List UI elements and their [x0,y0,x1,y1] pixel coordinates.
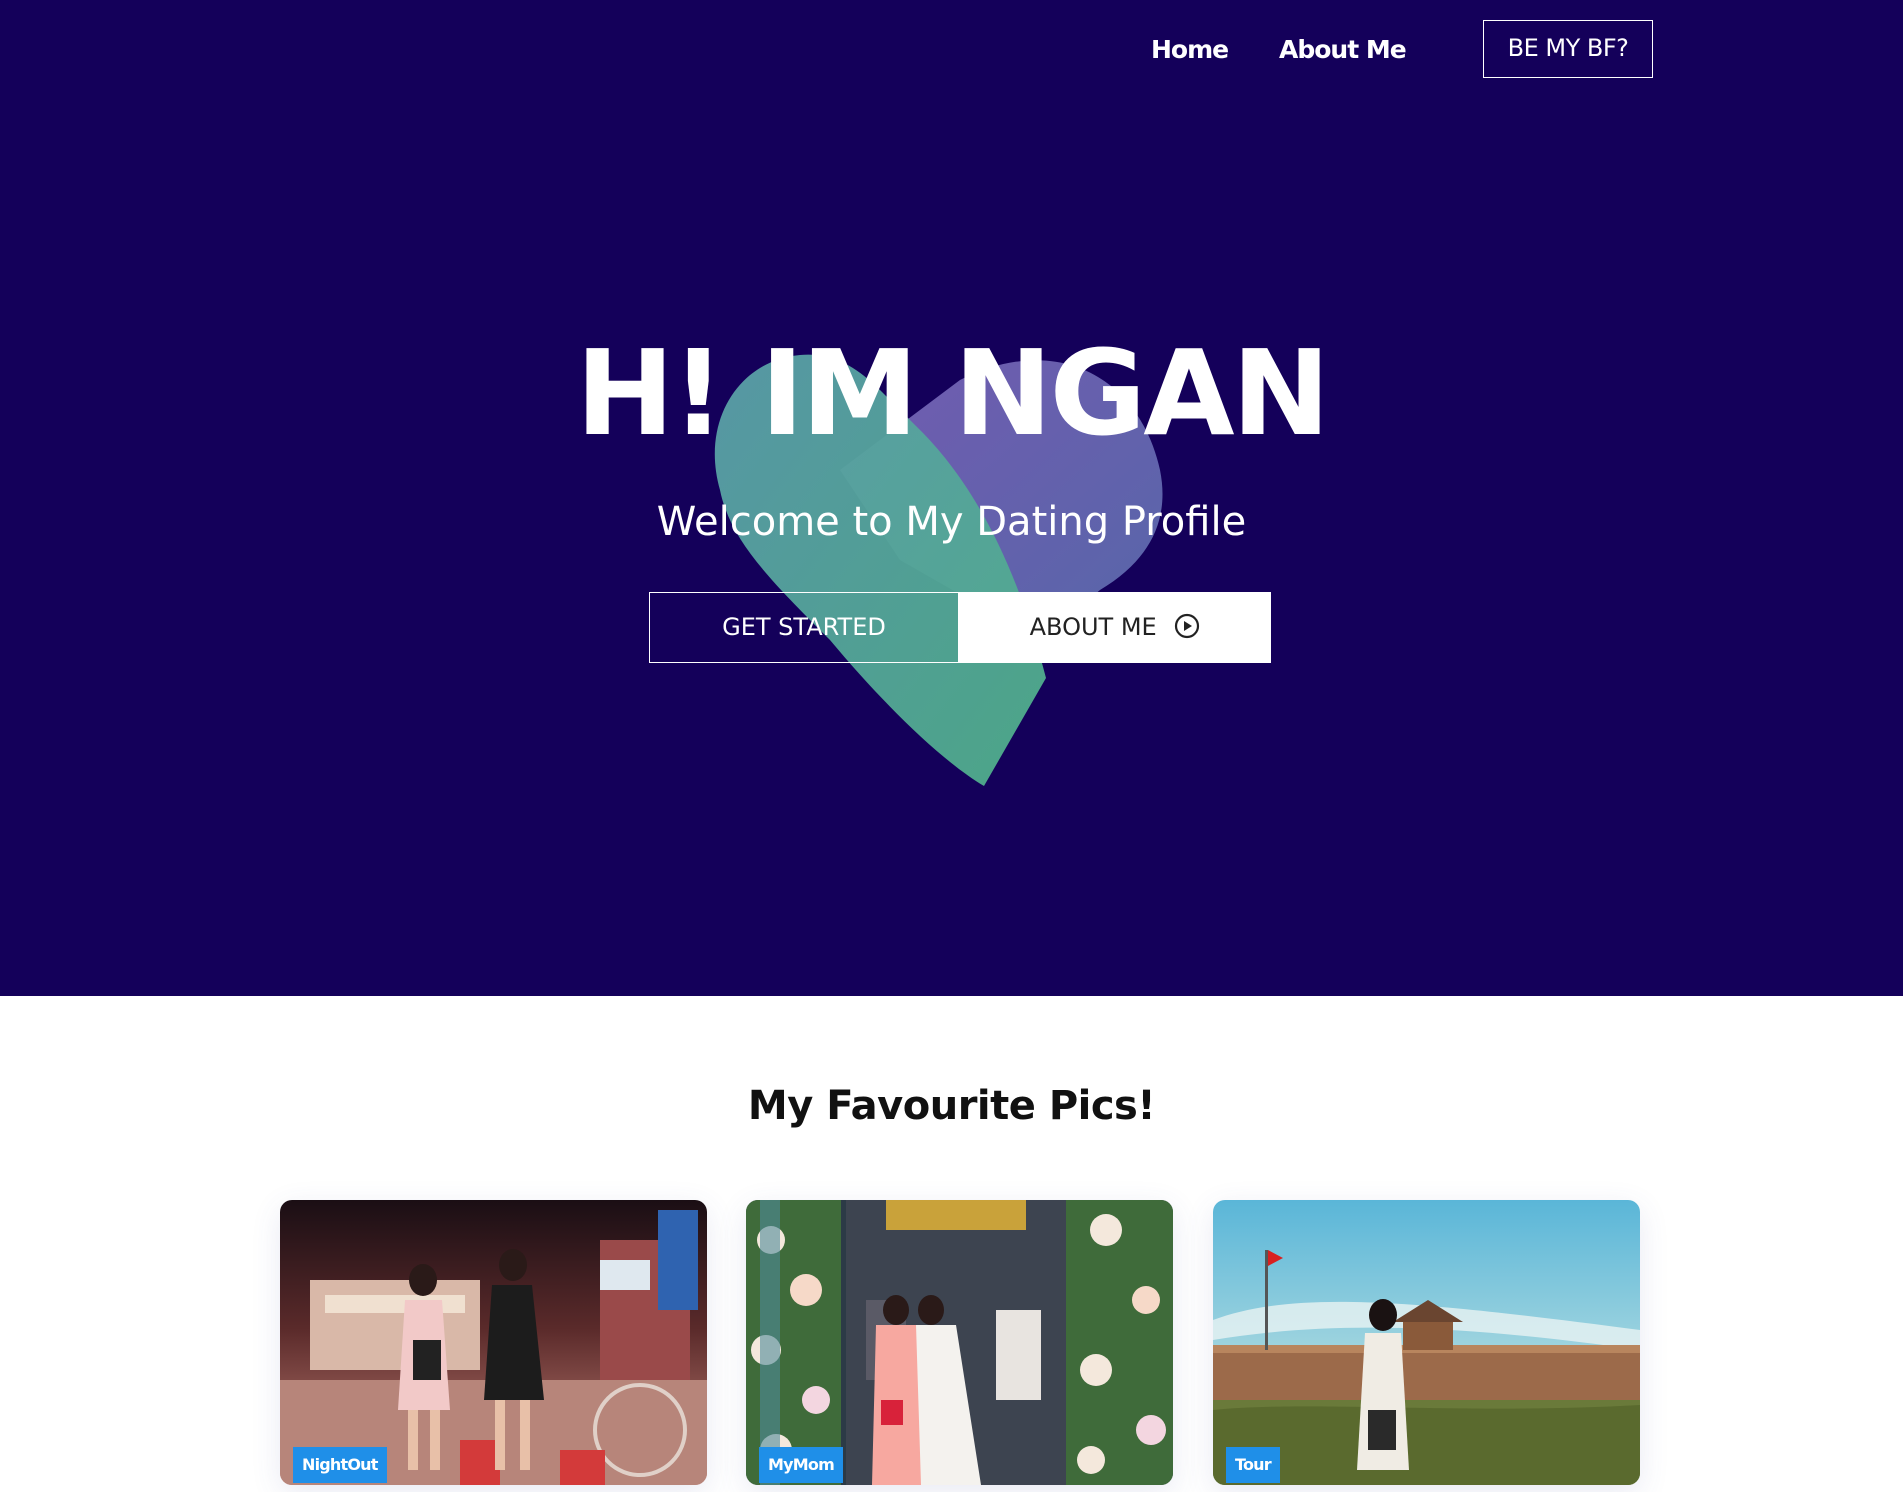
get-started-button[interactable]: GET STARTED [649,592,959,663]
nav-home-link[interactable]: Home [1151,30,1229,70]
nav-about-link[interactable]: About Me [1279,30,1407,70]
be-my-bf-button[interactable]: BE MY BF? [1483,20,1653,78]
hero-title: H! IM NGAN [575,324,1331,462]
tour-photo [1213,1200,1640,1485]
hero-section: Home About Me BE MY BF? H! IM NGAN Welco… [0,0,1903,996]
about-me-button[interactable]: ABOUT ME [959,592,1271,663]
photo-card-tour[interactable]: Tour [1213,1200,1640,1485]
hero-subtitle: Welcome to My Dating Profile [656,499,1247,545]
gallery-title: My Favourite Pics! [747,1083,1156,1129]
mymom-photo [746,1200,1173,1485]
photo-card-mymom[interactable]: MyMom [746,1200,1173,1485]
card-tag-tour: Tour [1226,1447,1280,1483]
card-tag-nightout: NightOut [293,1447,387,1483]
photo-card-nightout[interactable]: NightOut [280,1200,707,1485]
get-started-label: GET STARTED [722,613,886,641]
card-tag-mymom: MyMom [759,1447,843,1483]
nightout-photo [280,1200,707,1485]
play-circle-icon [1175,613,1200,639]
about-me-label: ABOUT ME [1029,613,1157,641]
